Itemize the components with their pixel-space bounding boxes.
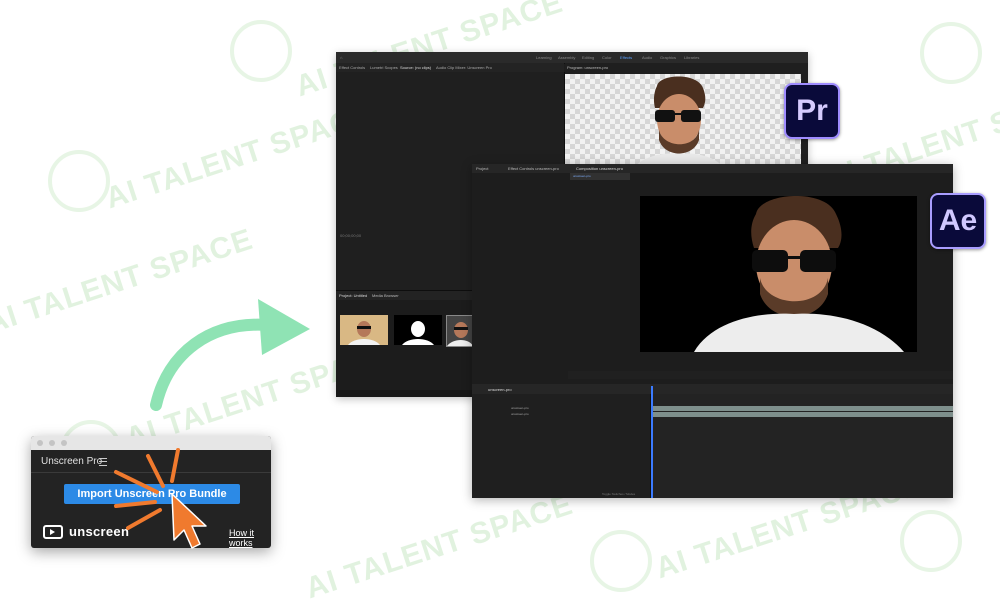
project-bottom-toolbar — [336, 390, 472, 397]
ae-layer-list: unscreen-pro unscreen-pro — [472, 394, 651, 498]
workspace-audio[interactable]: Audio — [642, 55, 652, 60]
unscreen-logo-icon — [43, 525, 63, 539]
window-close-icon[interactable] — [37, 440, 43, 446]
project-panel: Project: Untitled Media Browser — [336, 290, 474, 397]
source-timecode: 00;00;00;00 — [340, 233, 362, 238]
window-minimize-icon[interactable] — [49, 440, 55, 446]
ae-layer-row[interactable]: unscreen-pro — [475, 412, 648, 417]
ae-viewer-toolbar — [568, 371, 953, 379]
ae-toggle-modes[interactable]: Toggle Switches / Modes — [602, 492, 635, 496]
tab-media-browser[interactable]: Media Browser — [372, 293, 399, 298]
premiere-pro-app-icon: Pr — [784, 83, 840, 139]
workspace-libraries[interactable]: Libraries — [684, 55, 699, 60]
workspace-effects[interactable]: Effects — [620, 55, 632, 60]
clip-thumbnail-original[interactable] — [340, 315, 388, 345]
watermark-text: AI TALENT SPACE — [0, 222, 258, 341]
panel-title: Unscreen Pro — [41, 456, 103, 467]
program-monitor-tab[interactable]: Program: unscreen-pro — [567, 65, 608, 70]
unscreen-brand: unscreen — [69, 524, 130, 539]
ae-panel-tabs: Project Effect Controls unscreen-pro Com… — [472, 164, 953, 173]
workspace-learning[interactable]: Learning — [536, 55, 552, 60]
watermark-text: AI TALENT SPACE — [301, 487, 578, 606]
program-monitor: Program: unscreen-pro — [565, 63, 808, 174]
transparency-checkerboard — [565, 74, 801, 174]
tab-effect-controls[interactable]: Effect Controls — [339, 65, 365, 70]
ae-layer-duration-bar[interactable] — [651, 412, 953, 417]
tab-audio-clip-mixer[interactable]: Audio Clip Mixer: Unscreen Pro — [436, 65, 492, 70]
curved-arrow-icon — [150, 299, 310, 411]
watermark-logo-icon — [920, 22, 982, 84]
ae-layer-duration-bar[interactable] — [651, 406, 953, 411]
watermark-logo-icon — [900, 510, 962, 572]
ae-time-ruler[interactable] — [651, 386, 953, 394]
workspace-assembly[interactable]: Assembly — [558, 55, 575, 60]
tab-project[interactable]: Project: Untitled — [339, 293, 367, 298]
home-icon[interactable]: ⌂ — [340, 55, 342, 60]
window-titlebar — [31, 436, 271, 450]
import-bundle-button[interactable]: Import Unscreen Pro Bundle — [64, 484, 240, 504]
watermark-logo-icon — [590, 530, 652, 592]
ae-comp-subtab[interactable]: unscreen-pro — [570, 173, 630, 180]
workspace-color[interactable]: Color — [602, 55, 612, 60]
project-panel-tabs: Project: Untitled Media Browser — [336, 291, 472, 300]
composition-viewer — [640, 196, 917, 352]
workspace-graphics[interactable]: Graphics — [660, 55, 676, 60]
how-it-works-link[interactable]: How it works — [229, 528, 271, 548]
window-maximize-icon[interactable] — [61, 440, 67, 446]
panel-header: Unscreen Pro — [31, 450, 271, 473]
tab-ae-timeline[interactable]: unscreen-pro — [488, 387, 512, 392]
tab-ae-effect-controls[interactable]: Effect Controls unscreen-pro — [508, 166, 559, 171]
person-cutout-image — [694, 196, 904, 352]
clip-thumbnail-matte[interactable] — [394, 315, 442, 345]
ae-current-time-indicator[interactable] — [651, 386, 653, 498]
source-panel-tabs: Effect Controls Lumetri Scopes Source: (… — [336, 63, 564, 72]
after-effects-app-icon: Ae — [930, 193, 986, 249]
ae-track-area — [651, 394, 953, 498]
tab-ae-project[interactable]: Project — [476, 166, 488, 171]
clip-thumbnail-cutout[interactable] — [446, 315, 474, 347]
workspace-editing[interactable]: Editing — [582, 55, 594, 60]
hamburger-menu-icon[interactable] — [99, 458, 107, 466]
tab-ae-composition[interactable]: Composition unscreen-pro — [576, 166, 623, 171]
ae-layer-row[interactable]: unscreen-pro — [475, 406, 648, 411]
watermark-logo-icon — [230, 20, 292, 82]
watermark-logo-icon — [48, 150, 110, 212]
tab-source[interactable]: Source: (no clips) — [400, 65, 431, 70]
tab-lumetri-scopes[interactable]: Lumetri Scopes — [370, 65, 398, 70]
person-cutout-image — [629, 76, 729, 174]
after-effects-window: Project Effect Controls unscreen-pro Com… — [472, 164, 953, 498]
unscreen-pro-panel: Unscreen Pro Import Unscreen Pro Bundle … — [31, 436, 271, 548]
